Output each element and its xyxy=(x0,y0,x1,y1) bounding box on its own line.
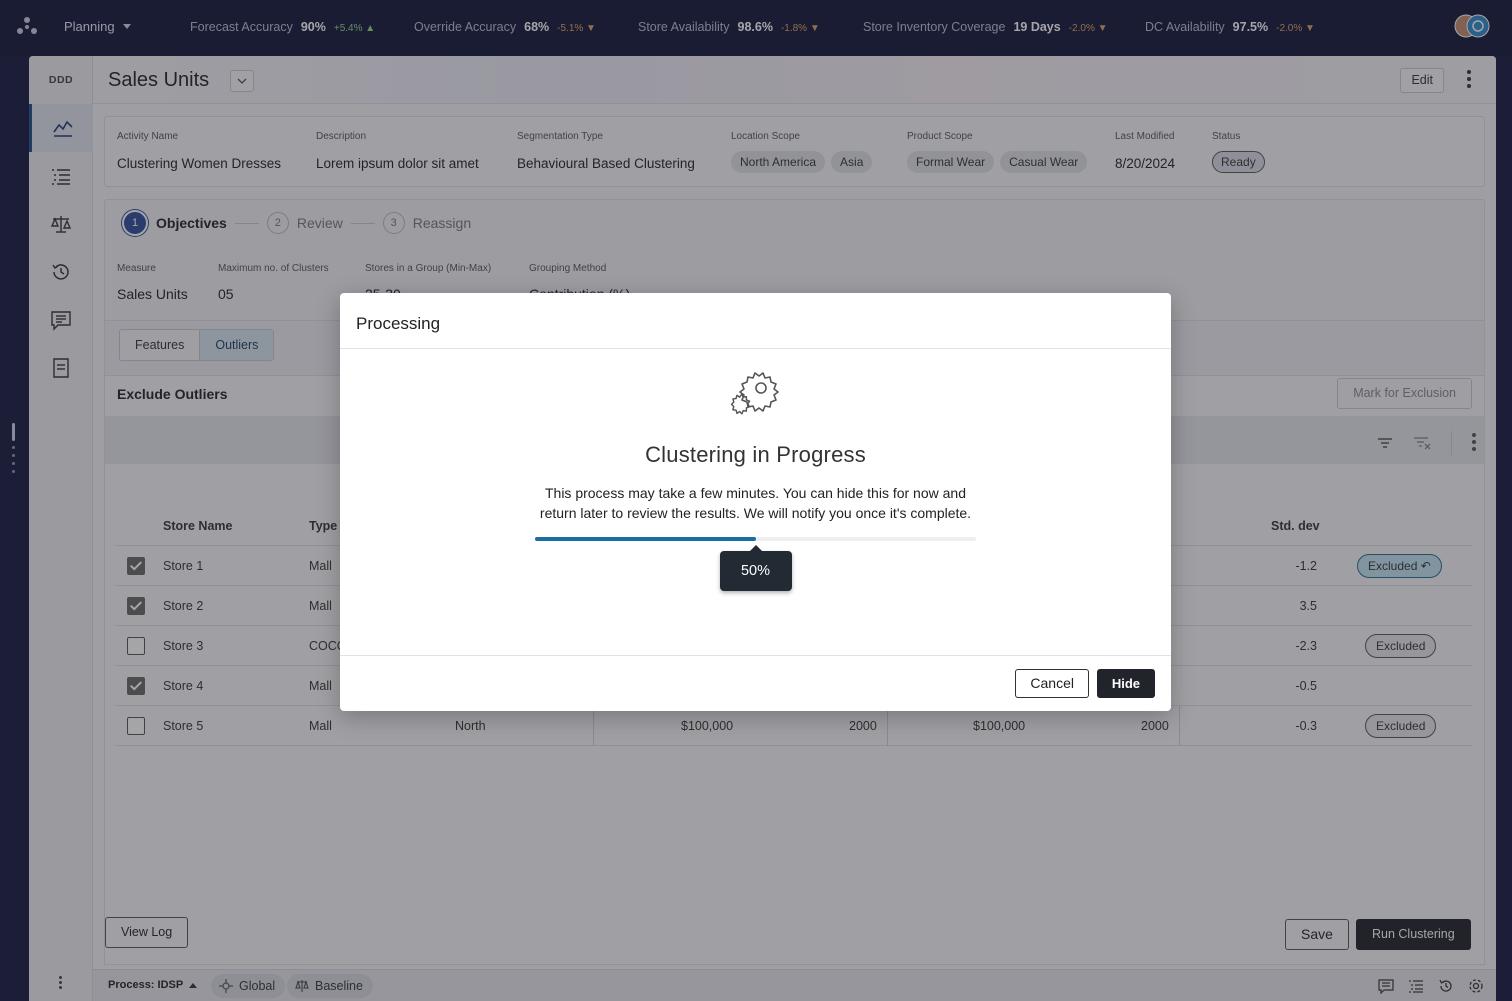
progress-fill xyxy=(535,537,756,541)
cancel-button[interactable]: Cancel xyxy=(1015,669,1089,698)
dialog-heading: Clustering in Progress xyxy=(645,442,866,467)
gears-icon xyxy=(730,372,779,415)
hide-button[interactable]: Hide xyxy=(1096,669,1155,698)
dialog-footer: Cancel Hide xyxy=(340,655,1171,711)
dialog-title: Processing xyxy=(356,314,441,333)
dialog-header: Processing xyxy=(340,293,1171,349)
dialog-message: This process may take a few minutes. You… xyxy=(539,485,972,521)
progress-tooltip: 50% xyxy=(719,545,792,591)
processing-dialog: Processing Clustering in Progress This p… xyxy=(340,293,1171,711)
progress-bar xyxy=(535,537,976,541)
